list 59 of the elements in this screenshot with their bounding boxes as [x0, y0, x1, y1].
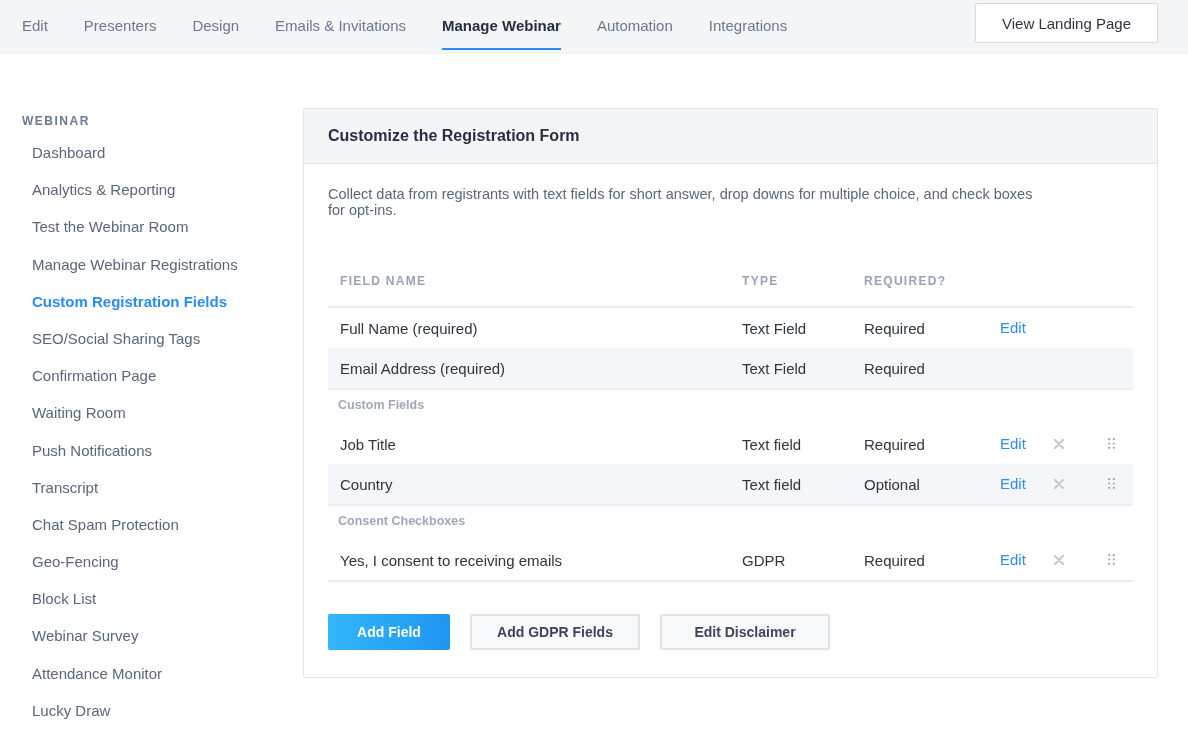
table-cell-text: Full Name (required): [340, 319, 479, 337]
nav-tab[interactable]: Emails & Invitations: [275, 0, 406, 50]
sidebar-item[interactable]: Push Notifications: [22, 441, 303, 479]
sidebar-heading: WEBINAR: [22, 114, 91, 128]
close-icon[interactable]: [1054, 439, 1064, 449]
table-cell-text: Required: [864, 359, 926, 377]
column-header: FIELD NAME: [340, 274, 428, 288]
table-cell-text: Required: [864, 551, 926, 569]
sidebar-item[interactable]: Custom Registration Fields: [22, 292, 303, 330]
drag-handle-icon[interactable]: [1108, 554, 1115, 565]
table-cell-text: Job Title: [340, 435, 397, 453]
drag-handle-icon[interactable]: [1108, 478, 1115, 489]
nav-tab[interactable]: Presenters: [83, 0, 157, 50]
sidebar-item[interactable]: Manage Webinar Registrations: [22, 255, 303, 293]
sidebar-item[interactable]: Test the Webinar Room: [22, 218, 303, 256]
table-cell-text: Text field: [742, 475, 803, 493]
table-cell-text: Country: [340, 475, 394, 493]
edit-link[interactable]: Edit: [1000, 551, 1026, 568]
sidebar-item[interactable]: Dashboard: [22, 144, 303, 182]
sidebar-item[interactable]: Waiting Room: [22, 404, 303, 442]
column-header: TYPE: [742, 274, 780, 288]
view-landing-page-button[interactable]: View Landing Page: [975, 3, 1158, 43]
nav-tab[interactable]: Manage Webinar: [442, 0, 561, 50]
table-cell-text: Optional: [864, 475, 921, 493]
edit-link[interactable]: Edit: [1000, 475, 1026, 492]
table-cell-text: Yes, I consent to receiving emails: [340, 551, 564, 569]
sidebar-item[interactable]: Webinar Survey: [22, 627, 303, 665]
sidebar-item[interactable]: Geo-Fencing: [22, 553, 303, 591]
drag-handle-icon[interactable]: [1108, 438, 1115, 449]
sidebar-item[interactable]: Transcript: [22, 478, 303, 516]
close-icon[interactable]: [1054, 555, 1064, 565]
sidebar-item[interactable]: Block List: [22, 590, 303, 628]
table-cell-text: Required: [864, 435, 926, 453]
nav-tab[interactable]: Design: [192, 0, 240, 50]
sidebar-item[interactable]: Analytics & Reporting: [22, 181, 303, 219]
sidebar-item[interactable]: Chat Spam Protection: [22, 515, 303, 554]
section-label: Consent Checkboxes: [338, 514, 466, 528]
close-icon[interactable]: [1054, 479, 1064, 489]
edit-link[interactable]: Edit: [1000, 435, 1026, 452]
edit-link[interactable]: Edit: [1000, 319, 1026, 336]
table-cell-text: Email Address (required): [340, 359, 507, 377]
nav-tab[interactable]: Automation: [596, 0, 673, 50]
table-cell-text: Text field: [742, 435, 803, 453]
nav-tab[interactable]: Integrations: [708, 0, 788, 50]
form-button[interactable]: Add GDPR Fields: [470, 614, 640, 650]
table-cell-text: GDPR: [742, 551, 787, 569]
sidebar-item[interactable]: Confirmation Page: [22, 367, 303, 405]
sidebar-item[interactable]: Attendance Monitor: [22, 664, 303, 702]
table-cell-text: Text Field: [742, 319, 808, 337]
section-label: Custom Fields: [338, 398, 425, 412]
table-cell-text: Required: [864, 319, 926, 337]
sidebar-item[interactable]: SEO/Social Sharing Tags: [22, 329, 303, 368]
sidebar-item[interactable]: Lucky Draw: [22, 701, 303, 734]
column-header: REQUIRED?: [864, 274, 948, 288]
table-cell-text: Text Field: [742, 359, 808, 377]
nav-tab[interactable]: Edit: [22, 0, 48, 50]
card-description: Collect data from registrants with text fields for short answer, drop downs for multiple choice, and check boxes for opt-ins.: [328, 186, 1034, 218]
card-title: Customize the Registration Form: [304, 109, 1157, 164]
form-button[interactable]: Edit Disclaimer: [660, 614, 830, 650]
